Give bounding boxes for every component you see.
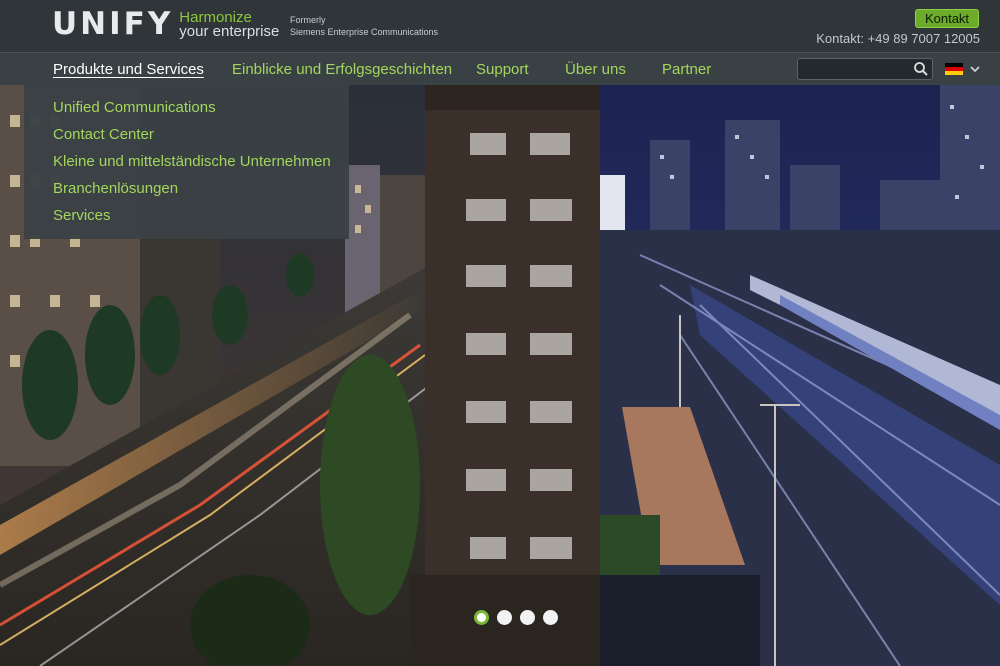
search-input[interactable] xyxy=(802,61,912,77)
formerly-note: Formerly Siemens Enterprise Communicatio… xyxy=(290,14,438,38)
slider-dot-4[interactable] xyxy=(543,610,558,625)
nav-item-support[interactable]: Support xyxy=(476,61,529,78)
dropdown-item-contact-center[interactable]: Contact Center xyxy=(53,126,154,143)
logo-tagline-enterprise: your enterprise xyxy=(179,22,280,40)
chevron-down-icon xyxy=(970,66,980,73)
contact-phone: Kontakt: +49 89 7007 12005 xyxy=(816,31,980,46)
slider-dot-2[interactable] xyxy=(497,610,512,625)
unify-logo[interactable]: UNIFY Harmonize your enterprise xyxy=(52,9,279,40)
dropdown-item-services[interactable]: Services xyxy=(53,207,111,224)
nav-item-einblicke[interactable]: Einblicke und Erfolgsgeschichten xyxy=(232,61,452,78)
slider-dot-3[interactable] xyxy=(520,610,535,625)
top-header: UNIFY Harmonize your enterprise Formerly… xyxy=(0,0,1000,52)
contact-button[interactable]: Kontakt xyxy=(915,9,979,28)
slider-dot-1[interactable] xyxy=(474,610,489,625)
slider-pagination xyxy=(474,610,558,625)
language-selector[interactable] xyxy=(945,63,981,75)
dropdown-item-branchenloesungen[interactable]: Branchenlösungen xyxy=(53,180,178,197)
search-icon[interactable] xyxy=(913,61,929,77)
nav-item-ueber-uns[interactable]: Über uns xyxy=(565,61,626,78)
dropdown-item-kmu[interactable]: Kleine und mittelständische Unternehmen xyxy=(53,153,331,170)
main-nav: Produkte und Services Einblicke und Erfo… xyxy=(0,52,1000,85)
logo-wordmark: UNIFY xyxy=(52,6,174,42)
products-dropdown-menu: Unified Communications Contact Center Kl… xyxy=(24,85,349,239)
german-flag-icon xyxy=(945,63,963,75)
nav-item-partner[interactable]: Partner xyxy=(662,61,711,78)
dropdown-item-unified-communications[interactable]: Unified Communications xyxy=(53,99,216,116)
formerly-company: Siemens Enterprise Communications xyxy=(290,27,439,37)
nav-item-produkte-und-services[interactable]: Produkte und Services xyxy=(53,61,204,78)
logo-tagline: Harmonize your enterprise xyxy=(179,10,280,40)
search-box xyxy=(797,58,933,80)
formerly-label: Formerly xyxy=(290,15,326,25)
